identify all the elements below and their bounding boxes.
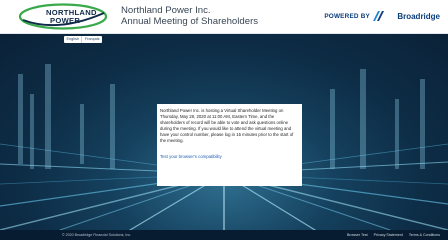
language-french[interactable]: Français bbox=[81, 36, 102, 43]
meeting-title: Annual Meeting of Shareholders bbox=[121, 16, 259, 27]
meeting-notice-text: Northland Power Inc. is hosting a Virtua… bbox=[160, 108, 294, 144]
meeting-notice-card: Northland Power Inc. is hosting a Virtua… bbox=[157, 104, 302, 186]
northland-power-logo: NORTHLAND POWER bbox=[18, 3, 108, 30]
hero-background: English Français Northland Power Inc. is… bbox=[0, 34, 448, 230]
logo-wordmark: NORTHLAND POWER bbox=[46, 9, 97, 25]
powered-by-label: POWERED BY bbox=[324, 13, 370, 20]
language-switcher: English Français bbox=[64, 36, 103, 43]
logo-line-2: POWER bbox=[50, 16, 81, 25]
header-bar: NORTHLAND POWER Northland Power Inc. Ann… bbox=[0, 0, 448, 34]
company-name: Northland Power Inc. bbox=[121, 5, 211, 16]
footer-link-privacy[interactable]: Privacy Statement bbox=[374, 233, 403, 238]
footer-links: Browser Test Privacy Statement Terms & C… bbox=[347, 233, 440, 238]
broadridge-mark-icon bbox=[373, 11, 384, 21]
language-english[interactable]: English bbox=[64, 36, 81, 43]
broadridge-brand: Broadridge bbox=[397, 12, 440, 21]
copyright-text: © 2020 Broadridge Financial Solutions, I… bbox=[62, 232, 132, 237]
footer-link-browser-test[interactable]: Browser Test bbox=[347, 233, 368, 238]
browser-compatibility-link[interactable]: Test your browser's compatibility bbox=[160, 154, 299, 160]
footer-link-terms[interactable]: Terms & Conditions bbox=[409, 233, 440, 238]
meeting-titles: Northland Power Inc. Annual Meeting of S… bbox=[121, 5, 258, 27]
footer-bar: © 2020 Broadridge Financial Solutions, I… bbox=[0, 230, 448, 240]
